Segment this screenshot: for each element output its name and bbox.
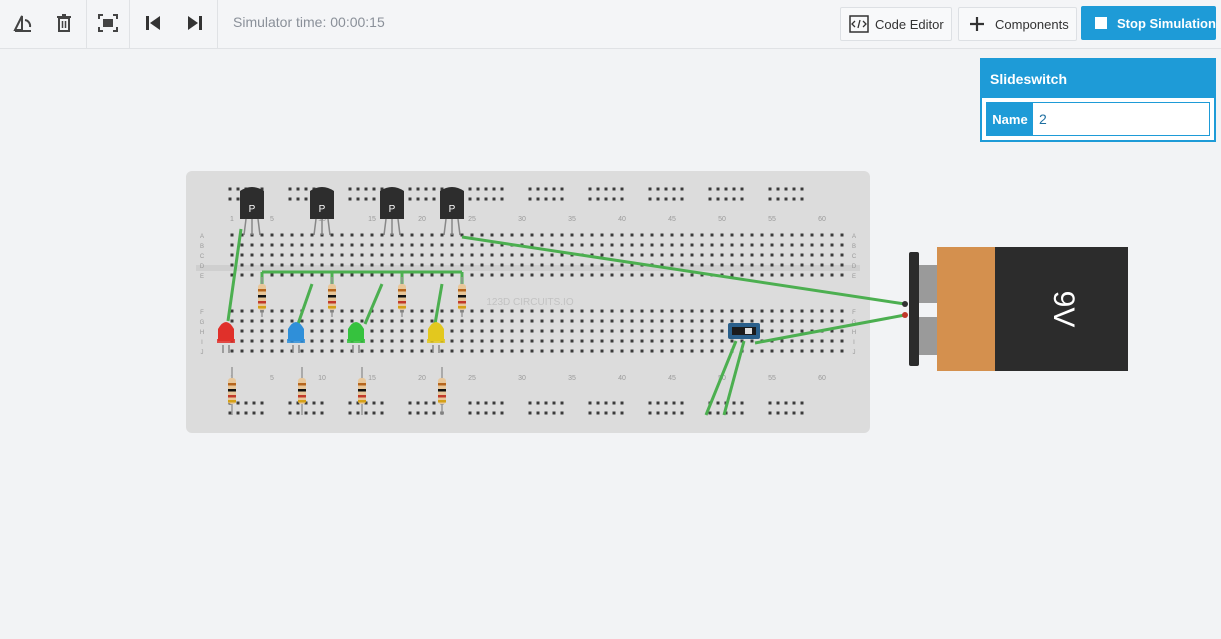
column-number: 30 <box>518 375 526 382</box>
breadboard-brand: 123D CIRCUITS.IO <box>486 297 573 308</box>
plus-icon <box>970 17 984 31</box>
column-number: 1 <box>230 216 234 223</box>
transistor-label: P <box>389 204 396 215</box>
row-letter: J <box>201 350 204 356</box>
row-letter: J <box>853 350 856 356</box>
row-letter: D <box>852 264 857 270</box>
fit-view-button[interactable] <box>92 0 124 46</box>
toolbar: Simulator time: 00:00:15 Code Editor Com… <box>0 0 1221 49</box>
column-number: 10 <box>318 375 326 382</box>
column-number: 35 <box>568 216 576 223</box>
battery-terminal <box>919 265 937 303</box>
column-number: 40 <box>618 216 626 223</box>
breadboard-divider <box>196 265 860 271</box>
row-letter: A <box>852 234 856 240</box>
row-letter: C <box>852 254 857 260</box>
column-number: 40 <box>618 375 626 382</box>
rotate-button[interactable] <box>6 0 38 46</box>
components-label: Components <box>995 16 1069 32</box>
transistor-label: P <box>449 204 456 215</box>
column-number: 25 <box>468 216 476 223</box>
column-number: 55 <box>768 216 776 223</box>
column-number: 35 <box>568 375 576 382</box>
battery-9v[interactable]: 9V <box>902 247 1128 371</box>
step-back-icon <box>146 16 160 30</box>
row-letter: G <box>200 320 205 326</box>
row-letter: F <box>852 310 856 316</box>
stop-icon <box>1095 17 1107 29</box>
column-number: 20 <box>418 216 426 223</box>
column-number: 60 <box>818 375 826 382</box>
column-number: 55 <box>768 375 776 382</box>
row-letter: F <box>200 310 204 316</box>
transistor-label: P <box>249 204 256 215</box>
rotate-icon <box>13 15 32 32</box>
row-letter: E <box>200 274 204 280</box>
code-icon <box>849 15 869 33</box>
column-number: 25 <box>468 375 476 382</box>
circuit-canvas[interactable]: 123D CIRCUITS.IO 11551010151520202525303… <box>0 49 1221 639</box>
simulator-time: Simulator time: 00:00:15 <box>233 14 385 30</box>
column-number: 20 <box>418 375 426 382</box>
column-number: 15 <box>368 216 376 223</box>
row-letter: E <box>852 274 856 280</box>
row-letter: B <box>852 244 856 250</box>
column-number: 60 <box>818 216 826 223</box>
column-number: 45 <box>668 375 676 382</box>
row-letter: B <box>200 244 204 250</box>
row-letter: H <box>852 330 856 336</box>
components-button[interactable]: Components <box>958 7 1077 41</box>
row-letter: D <box>200 264 205 270</box>
battery-terminal-plate <box>909 252 919 366</box>
column-number: 50 <box>718 216 726 223</box>
row-letter: A <box>200 234 204 240</box>
code-editor-label: Code Editor <box>875 16 944 32</box>
code-editor-button[interactable]: Code Editor <box>840 7 952 41</box>
battery-copper-band <box>937 247 995 371</box>
column-number: 30 <box>518 216 526 223</box>
battery-terminal <box>919 317 937 355</box>
column-number: 45 <box>668 216 676 223</box>
battery-label: 9V <box>1047 291 1080 328</box>
breadboard[interactable]: 123D CIRCUITS.IO 11551010151520202525303… <box>186 171 870 433</box>
step-forward-button[interactable] <box>180 0 210 46</box>
step-back-button[interactable] <box>138 0 168 46</box>
column-number: 5 <box>270 375 274 382</box>
fit-view-icon <box>98 14 118 32</box>
row-letter: H <box>200 330 204 336</box>
trash-icon <box>57 14 71 32</box>
stop-simulation-button[interactable]: Stop Simulation <box>1081 6 1216 40</box>
transistor-label: P <box>319 204 326 215</box>
column-number: 15 <box>368 375 376 382</box>
step-forward-icon <box>188 16 202 30</box>
stop-simulation-label: Stop Simulation <box>1117 15 1216 31</box>
column-number: 5 <box>270 216 274 223</box>
row-letter: C <box>200 254 205 260</box>
slide-switch[interactable] <box>728 323 760 339</box>
delete-button[interactable] <box>48 0 80 46</box>
